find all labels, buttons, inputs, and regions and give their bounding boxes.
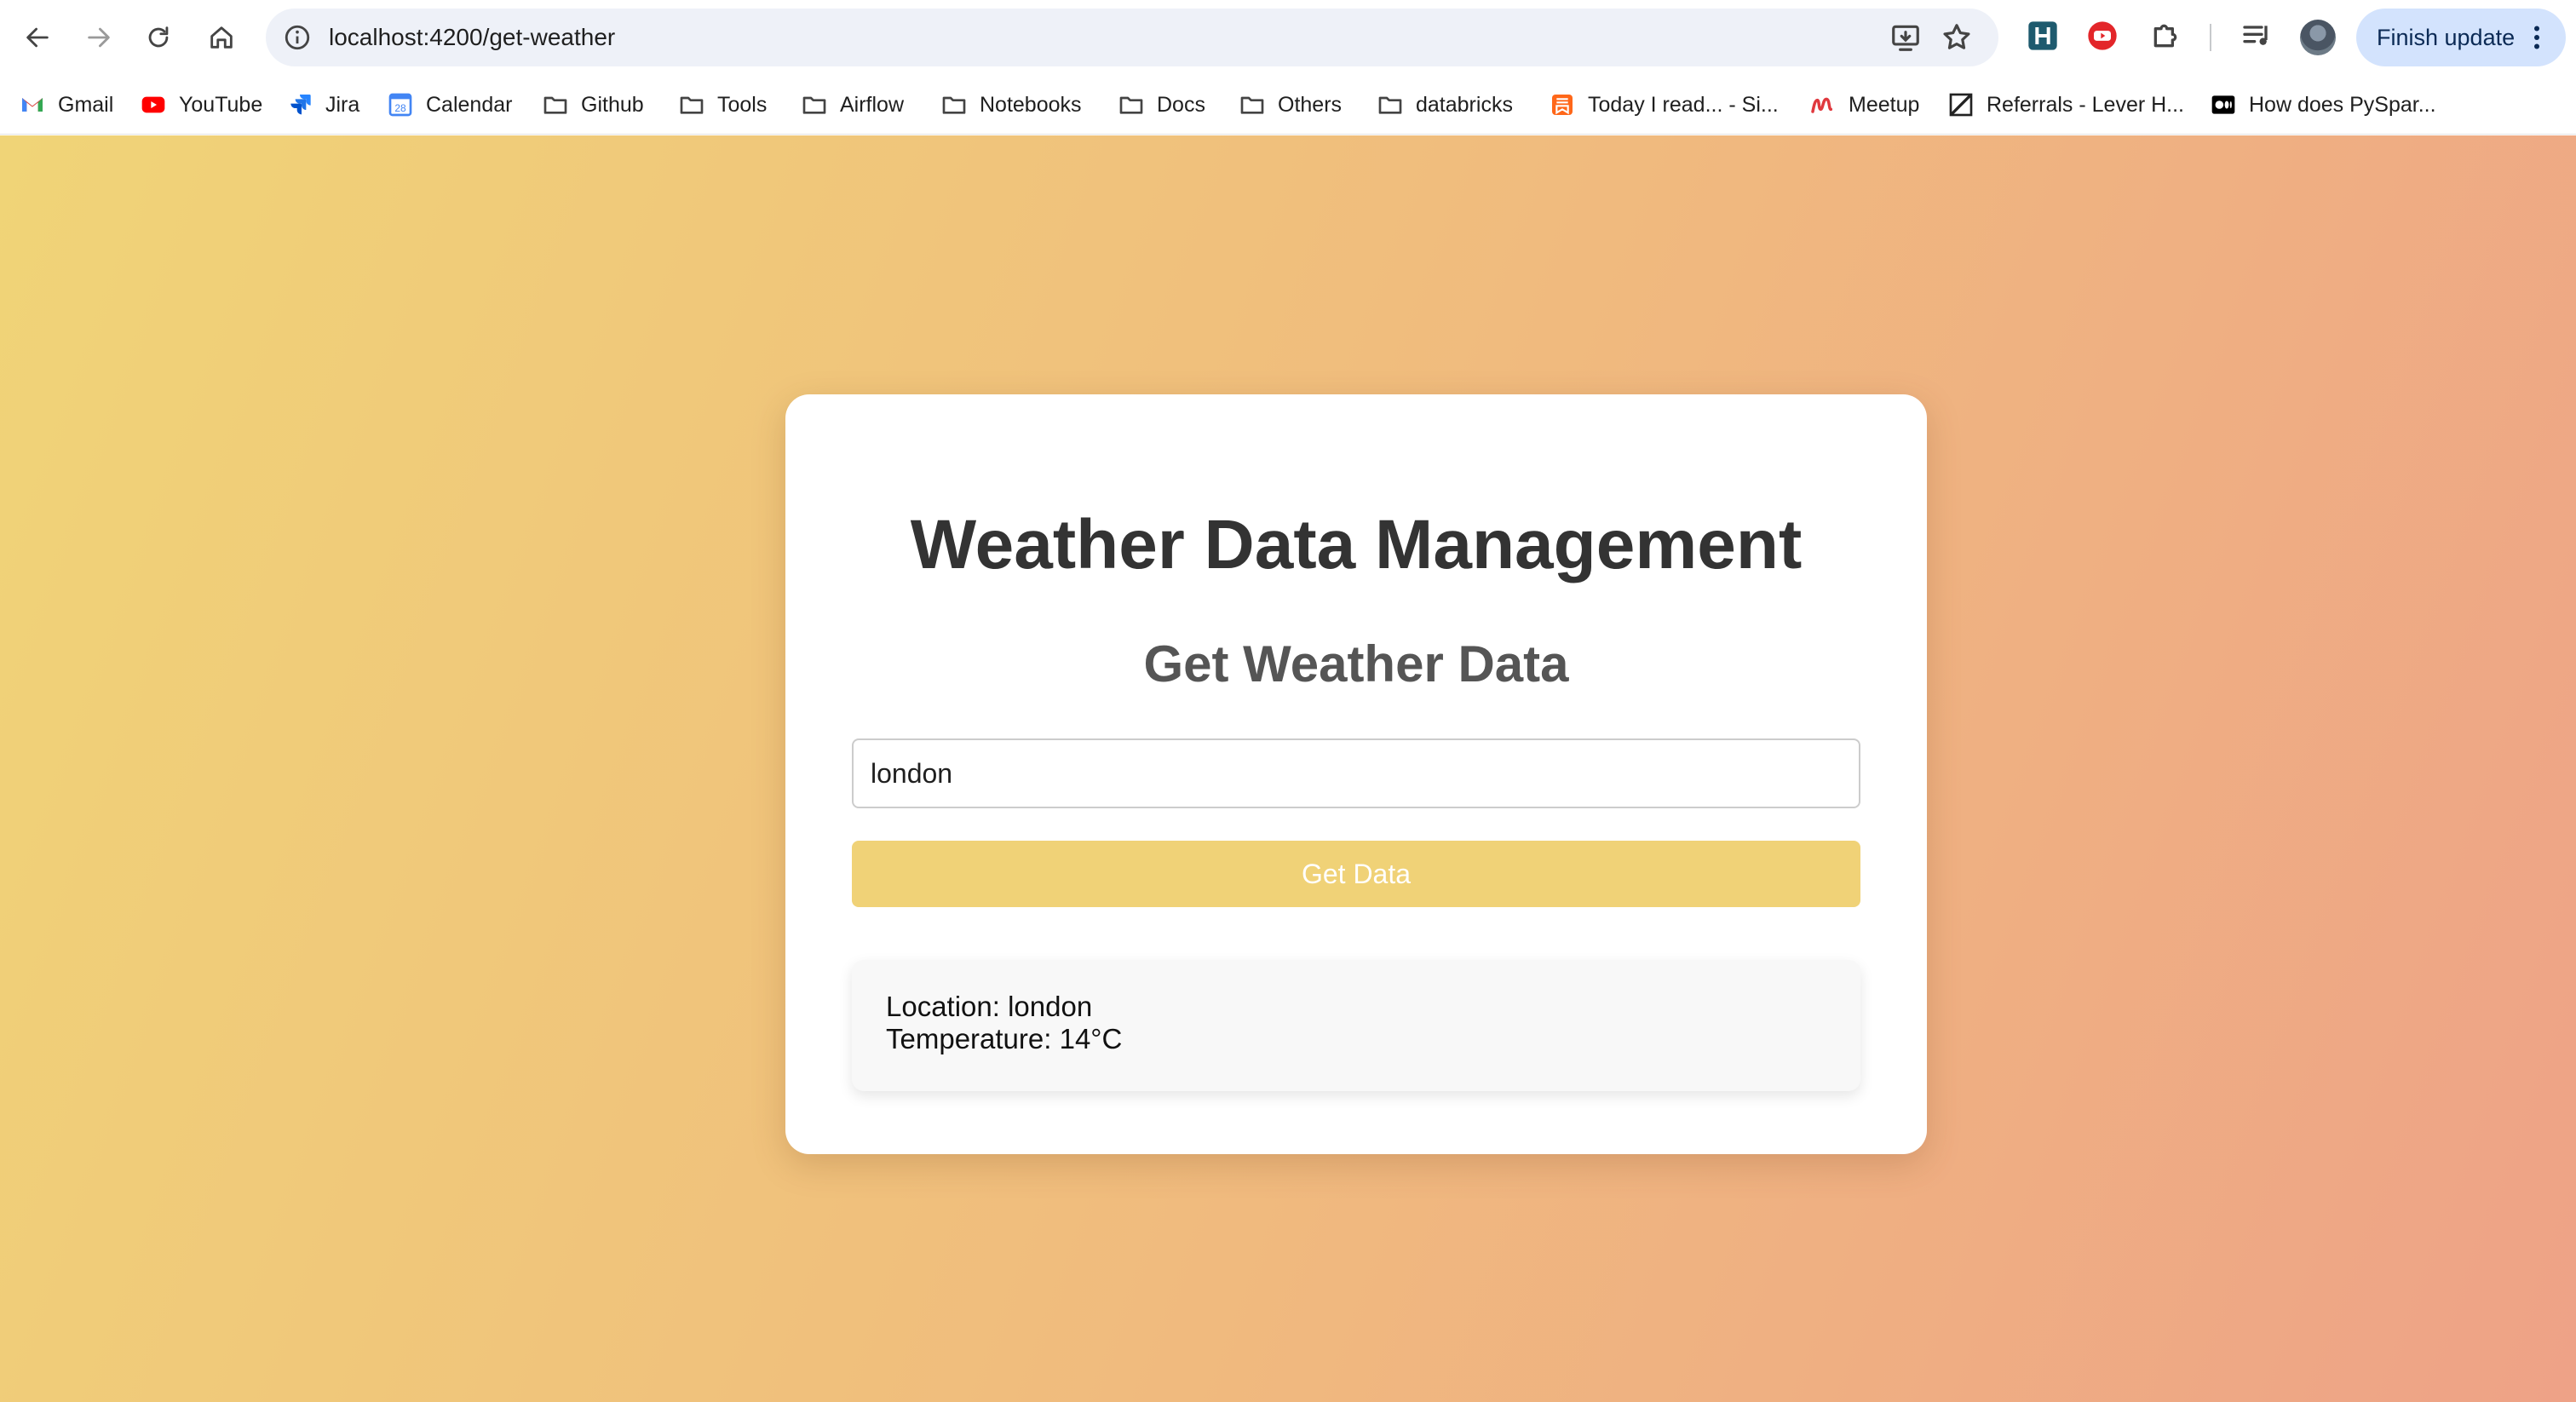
- folder-icon: [1118, 91, 1145, 118]
- bookmarks-bar: Gmail YouTube Jira 28 Calendar Github To…: [0, 75, 2576, 135]
- bookmark-label: Docs: [1157, 92, 1205, 117]
- bookmark-label: Tools: [717, 92, 768, 117]
- bookmark-referrals[interactable]: Referrals - Lever H...: [1947, 75, 2184, 135]
- result-temperature: Temperature: 14°C: [886, 1023, 1123, 1054]
- star-icon[interactable]: [1941, 21, 1973, 54]
- bookmark-notebooks[interactable]: Notebooks: [940, 75, 1082, 135]
- home-icon: [210, 26, 233, 49]
- avatar[interactable]: [2300, 20, 2336, 55]
- finish-update-button[interactable]: Finish update: [2356, 9, 2566, 66]
- bookmark-airflow[interactable]: Airflow: [801, 75, 904, 135]
- bookmark-github[interactable]: Github: [542, 75, 644, 135]
- medium-icon: [2210, 91, 2237, 118]
- gmail-icon: [19, 91, 46, 118]
- bookmark-pyspark[interactable]: How does PySpar...: [2210, 75, 2436, 135]
- bookmark-gmail[interactable]: Gmail: [19, 75, 113, 135]
- bookmark-label: Others: [1278, 92, 1343, 117]
- weather-card: Weather Data Management Get Weather Data…: [785, 394, 1927, 1154]
- forward-button[interactable]: [77, 15, 121, 60]
- reload-button[interactable]: [136, 15, 181, 60]
- bookmark-tools[interactable]: Tools: [678, 75, 767, 135]
- arrow-left-icon: [26, 27, 49, 48]
- folder-icon: [1239, 91, 1266, 118]
- weather-result: Location: london Temperature: 14°C: [852, 960, 1860, 1091]
- lever-icon: [1947, 91, 1975, 118]
- bookmark-label: Airflow: [840, 92, 905, 117]
- location-input[interactable]: [852, 738, 1860, 808]
- h-extension-icon[interactable]: [2026, 19, 2060, 53]
- youtube-extension-icon[interactable]: [2085, 19, 2119, 53]
- bookmark-label: Github: [581, 92, 644, 117]
- bookmark-label: Jira: [325, 92, 360, 117]
- bookmark-today-i-read[interactable]: Today I read... - Si...: [1549, 75, 1779, 135]
- section-title: Get Weather Data: [1143, 635, 1569, 692]
- bookmark-label: Today I read... - Si...: [1588, 92, 1779, 117]
- bookmark-label: Meetup: [1849, 92, 1920, 117]
- media-queue-icon[interactable]: [2240, 19, 2274, 53]
- bookmark-label: YouTube: [179, 92, 263, 117]
- folder-icon: [542, 91, 569, 118]
- folder-icon: [801, 91, 828, 118]
- calendar-icon: 28: [387, 91, 414, 118]
- toolbar-divider: [2210, 24, 2211, 51]
- install-app-icon[interactable]: [1889, 21, 1922, 54]
- substack-icon: [1549, 91, 1576, 118]
- kebab-menu-icon: [2534, 26, 2539, 49]
- reload-icon: [148, 26, 169, 48]
- bookmark-label: Referrals - Lever H...: [1987, 92, 2185, 117]
- get-data-button[interactable]: Get Data: [852, 841, 1860, 907]
- bookmark-others[interactable]: Others: [1239, 75, 1342, 135]
- bookmark-label: Notebooks: [980, 92, 1082, 117]
- result-location: Location: london: [886, 991, 1093, 1022]
- bookmark-label: Calendar: [426, 92, 513, 117]
- bookmark-label: How does PySpar...: [2249, 92, 2436, 117]
- bookmark-label: databricks: [1416, 92, 1513, 117]
- youtube-icon: [140, 91, 167, 118]
- svg-text:28: 28: [394, 102, 406, 114]
- address-bar[interactable]: localhost:4200/get-weather: [266, 9, 1998, 66]
- bookmark-jira[interactable]: Jira: [286, 75, 359, 135]
- page-background: Weather Data Management Get Weather Data…: [0, 135, 2576, 1402]
- browser-toolbar: localhost:4200/get-weather Finish update: [0, 0, 2576, 75]
- bookmark-label: Gmail: [58, 92, 114, 117]
- page-title: Weather Data Management: [910, 506, 1803, 583]
- folder-icon: [678, 91, 705, 118]
- arrow-right-icon: [88, 27, 110, 48]
- url-text[interactable]: localhost:4200/get-weather: [329, 9, 615, 66]
- back-button[interactable]: [15, 15, 60, 60]
- folder-icon: [1377, 91, 1404, 118]
- bookmark-docs[interactable]: Docs: [1118, 75, 1205, 135]
- finish-update-label: Finish update: [2377, 25, 2516, 50]
- info-icon[interactable]: [283, 23, 312, 52]
- bookmark-meetup[interactable]: Meetup: [1809, 75, 1919, 135]
- puzzle-icon[interactable]: [2148, 19, 2182, 53]
- meetup-icon: [1809, 91, 1837, 118]
- jira-icon: [286, 91, 313, 118]
- bookmark-calendar[interactable]: 28 Calendar: [387, 75, 512, 135]
- bookmark-databricks[interactable]: databricks: [1377, 75, 1513, 135]
- home-button[interactable]: [199, 15, 244, 60]
- bookmark-youtube[interactable]: YouTube: [140, 75, 262, 135]
- folder-icon: [940, 91, 968, 118]
